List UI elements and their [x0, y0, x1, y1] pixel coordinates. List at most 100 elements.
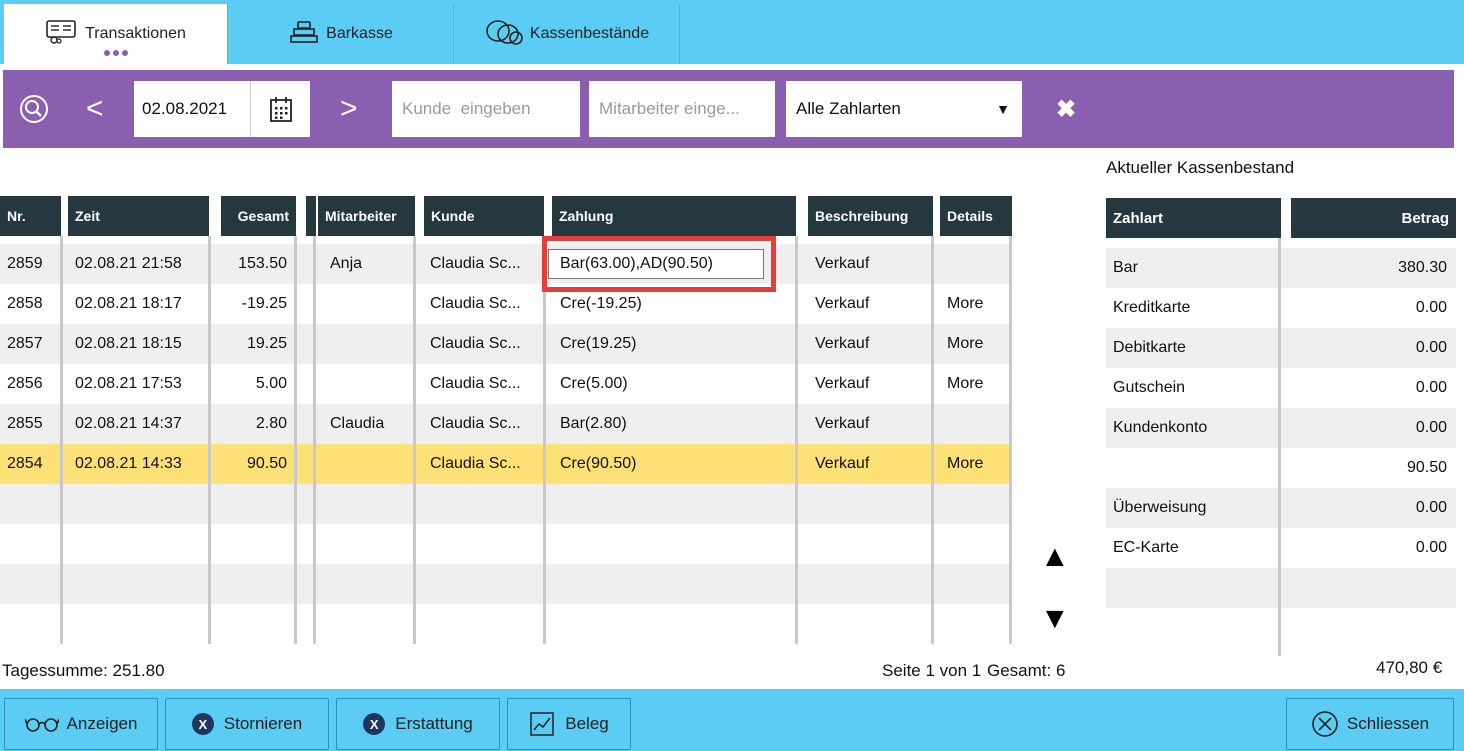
- cell-nr: 2854: [7, 455, 43, 472]
- column-divider: [931, 236, 934, 644]
- stornieren-button[interactable]: X Stornieren: [165, 698, 329, 750]
- cell-nr: 2858: [7, 295, 43, 312]
- button-label: Stornieren: [223, 714, 303, 733]
- cell-mitarbeiter: Claudia: [330, 415, 385, 432]
- column-header-spacer: [306, 196, 316, 236]
- details-more-link[interactable]: More: [940, 364, 1010, 404]
- tab-kassenbestaende[interactable]: Kassenbestände: [454, 4, 680, 64]
- cell-details[interactable]: [940, 244, 1010, 284]
- cell-gesamt: 90.50: [246, 455, 287, 472]
- cash-zahlart: [1106, 448, 1278, 488]
- cash-zahlart: Gutschein: [1113, 379, 1186, 396]
- cell-kunde: Claudia Sc...: [430, 415, 521, 432]
- column-header-zeit[interactable]: Zeit: [68, 196, 209, 236]
- column-divider: [294, 236, 297, 644]
- column-header-mitarbeiter[interactable]: Mitarbeiter: [318, 196, 415, 236]
- cash-row-empty: [1106, 608, 1456, 648]
- record-count: Gesamt: 6: [987, 661, 1066, 680]
- cash-zahlart: Kreditkarte: [1113, 299, 1191, 316]
- refund-icon: X: [363, 713, 386, 735]
- cell-gesamt: 153.50: [238, 255, 287, 272]
- scroll-down-icon[interactable]: ▼: [1040, 602, 1070, 636]
- pagination-info: Seite 1 von 1: [882, 661, 982, 680]
- cash-betrag: 0.00: [1415, 419, 1447, 436]
- cell-beschreibung: Verkauf: [815, 335, 870, 352]
- cell-kunde: Claudia Sc...: [430, 455, 521, 472]
- table-row-empty: [0, 484, 1012, 524]
- cell-kunde: Claudia Sc...: [430, 295, 521, 312]
- receipt-chart-icon: [529, 711, 555, 737]
- scroll-up-icon[interactable]: ▲: [1040, 540, 1070, 574]
- date-picker[interactable]: 02.08.2021: [134, 81, 310, 137]
- cell-kunde: Claudia Sc...: [430, 375, 521, 392]
- tab-barkasse[interactable]: Barkasse: [228, 4, 454, 64]
- next-date-icon[interactable]: >: [340, 92, 358, 126]
- column-divider: [795, 236, 798, 644]
- cell-kunde: Claudia Sc...: [430, 255, 521, 272]
- cell-nr: 2859: [7, 255, 43, 272]
- button-label: Schliessen: [1346, 714, 1430, 733]
- details-more-link[interactable]: More: [940, 284, 1010, 324]
- cash-panel-title: Aktueller Kassenbestand: [1106, 158, 1295, 177]
- customer-input[interactable]: [392, 81, 580, 137]
- cell-zeit: 02.08.21 14:37: [75, 415, 182, 432]
- cell-nr: 2855: [7, 415, 43, 432]
- cash-register-icon: [288, 20, 320, 49]
- erstattung-button[interactable]: X Erstattung: [336, 698, 500, 750]
- anzeigen-button[interactable]: Anzeigen: [4, 698, 158, 750]
- coins-icon: [484, 18, 524, 51]
- details-more-link[interactable]: More: [940, 444, 1010, 484]
- date-value: 02.08.2021: [142, 99, 228, 118]
- cell-beschreibung: Verkauf: [815, 375, 870, 392]
- column-header-beschreibung[interactable]: Beschreibung: [808, 196, 933, 236]
- cell-gesamt: 19.25: [246, 335, 287, 352]
- chevron-down-icon: ▼: [996, 101, 1010, 117]
- cash-zahlart: EC-Karte: [1113, 539, 1179, 556]
- payment-type-select[interactable]: Alle Zahlarten ▼: [786, 81, 1022, 137]
- column-divider: [60, 236, 63, 644]
- cell-mitarbeiter: [323, 284, 413, 324]
- cell-gesamt: 5.00: [255, 375, 287, 392]
- cell-mitarbeiter: Anja: [330, 255, 363, 272]
- cash-zahlart: Kundenkonto: [1113, 419, 1208, 436]
- cell-nr: 2856: [7, 375, 43, 392]
- column-divider: [543, 236, 546, 644]
- cell-nr: 2857: [7, 335, 43, 352]
- daily-total: Tagessumme: 251.80: [2, 661, 165, 680]
- tab-transaktionen[interactable]: Transaktionen: [4, 4, 228, 64]
- cash-zahlart: Bar: [1113, 259, 1138, 276]
- cell-zahlung: Bar(63.00),AD(90.50): [560, 255, 713, 272]
- cell-zahlung: Cre(-19.25): [560, 295, 642, 312]
- cancel-icon: X: [191, 713, 214, 735]
- table-row-empty: [0, 564, 1012, 604]
- cell-kunde: Claudia Sc...: [430, 335, 521, 352]
- cash-betrag: 0.00: [1415, 379, 1447, 396]
- column-header-nr[interactable]: Nr.: [0, 196, 61, 236]
- column-divider: [413, 236, 416, 644]
- column-header-kunde[interactable]: Kunde: [424, 196, 544, 236]
- cell-gesamt: 2.80: [255, 415, 287, 432]
- beleg-button[interactable]: Beleg: [507, 698, 631, 750]
- search-icon[interactable]: [18, 93, 50, 130]
- cell-mitarbeiter: [323, 444, 413, 484]
- column-header-gesamt[interactable]: Gesamt: [221, 196, 296, 236]
- column-header-zahlung[interactable]: Zahlung: [552, 196, 796, 236]
- column-divider: [313, 236, 316, 644]
- column-header-details[interactable]: Details: [940, 196, 1012, 236]
- glasses-icon: [24, 716, 59, 732]
- cell-beschreibung: Verkauf: [815, 295, 870, 312]
- employee-input[interactable]: [589, 81, 775, 137]
- button-label: Erstattung: [395, 714, 473, 733]
- schliessen-button[interactable]: Schliessen: [1286, 698, 1454, 750]
- cell-zeit: 02.08.21 17:53: [75, 375, 182, 392]
- calendar-icon[interactable]: [250, 81, 310, 137]
- clear-filter-icon[interactable]: ✖: [1056, 95, 1076, 124]
- cell-details[interactable]: [940, 404, 1010, 444]
- details-more-link[interactable]: More: [940, 324, 1010, 364]
- cell-zeit: 02.08.21 21:58: [75, 255, 182, 272]
- cell-mitarbeiter: [323, 324, 413, 364]
- cash-betrag: 0.00: [1415, 339, 1447, 356]
- cash-betrag: 0.00: [1415, 499, 1447, 516]
- prev-date-icon[interactable]: <: [86, 92, 104, 126]
- close-icon: [1311, 710, 1339, 738]
